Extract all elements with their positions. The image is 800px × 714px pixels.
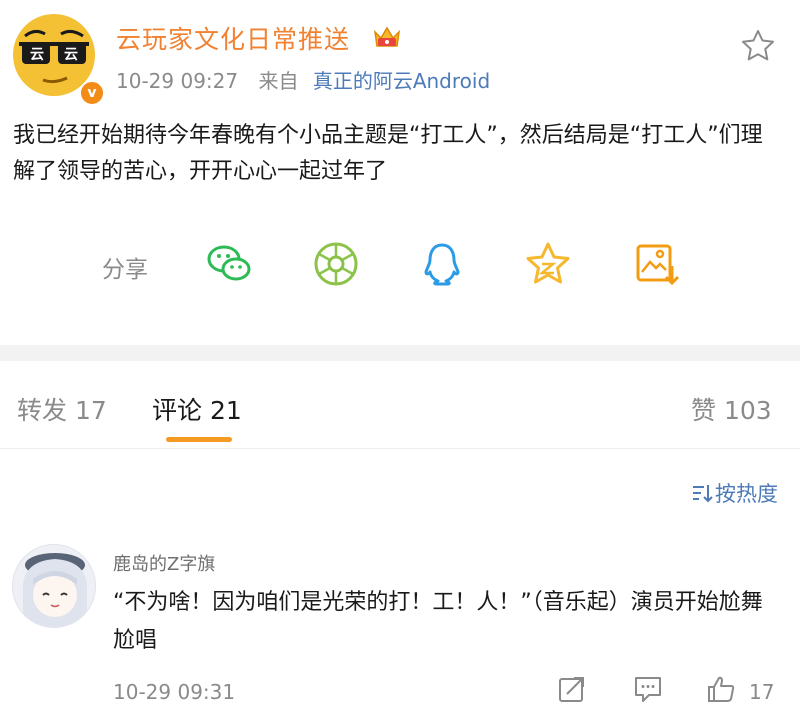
save-image-icon[interactable]	[632, 240, 680, 288]
author-avatar[interactable]: 云 云 v	[13, 14, 105, 106]
verified-badge: v	[79, 80, 105, 106]
interaction-tabs: 转发 17 评论 21 赞 103	[0, 361, 800, 449]
verified-mark: v	[87, 85, 97, 101]
thumbs-up-icon[interactable]	[706, 674, 736, 704]
tab-comments[interactable]: 评论 21	[152, 391, 242, 427]
commenter-avatar[interactable]	[12, 544, 96, 628]
qzone-icon[interactable]	[524, 240, 572, 288]
active-tab-indicator	[166, 437, 232, 442]
share-row: 分享	[0, 236, 800, 296]
sort-label: 按热度	[715, 482, 778, 506]
section-divider	[0, 345, 800, 361]
post-meta: 10-29 09:27 来自 真正的阿云Android	[116, 65, 490, 94]
sort-icon	[693, 485, 713, 503]
comment-time: 10-29 09:31	[113, 680, 236, 704]
post-header: 云 云 v 云玩家文化日常推送 10-29 09:27 来自 真正的阿云Andr…	[0, 0, 800, 110]
star-outline-icon[interactable]	[741, 29, 775, 61]
reply-comment-icon[interactable]	[633, 674, 663, 704]
qq-icon[interactable]	[418, 240, 466, 288]
source-prefix: 来自	[258, 69, 299, 93]
tab-likes[interactable]: 赞 103	[691, 391, 772, 427]
post-content: 我已经开始期待今年春晚有个小品主题是“打工人”，然后结局是“打工人”们理解了领导…	[13, 123, 763, 184]
crown-badge-icon[interactable]	[372, 24, 402, 50]
comment-item: 鹿岛的Z字旗 “不为啥！因为咱们是光荣的打！工！人！”（音乐起）演员开始尬舞尬唱…	[0, 540, 800, 714]
commenter-username[interactable]: 鹿岛的Z字旗	[113, 550, 215, 576]
post-time: 10-29 09:27	[116, 69, 239, 93]
tab-repost[interactable]: 转发 17	[17, 391, 107, 427]
comment-like-count: 17	[749, 680, 775, 704]
anime-avatar-icon	[13, 545, 95, 627]
author-username[interactable]: 云玩家文化日常推送	[116, 20, 350, 56]
share-label: 分享	[102, 257, 148, 283]
comment-text: “不为啥！因为咱们是光荣的打！工！人！”（音乐起）演员开始尬舞尬唱	[113, 590, 763, 653]
repost-comment-icon[interactable]	[557, 674, 587, 704]
moments-icon[interactable]	[312, 240, 360, 288]
sort-button[interactable]: 按热度	[691, 478, 778, 508]
post-source[interactable]: 真正的阿云Android	[313, 69, 490, 93]
wechat-icon[interactable]	[205, 240, 253, 288]
